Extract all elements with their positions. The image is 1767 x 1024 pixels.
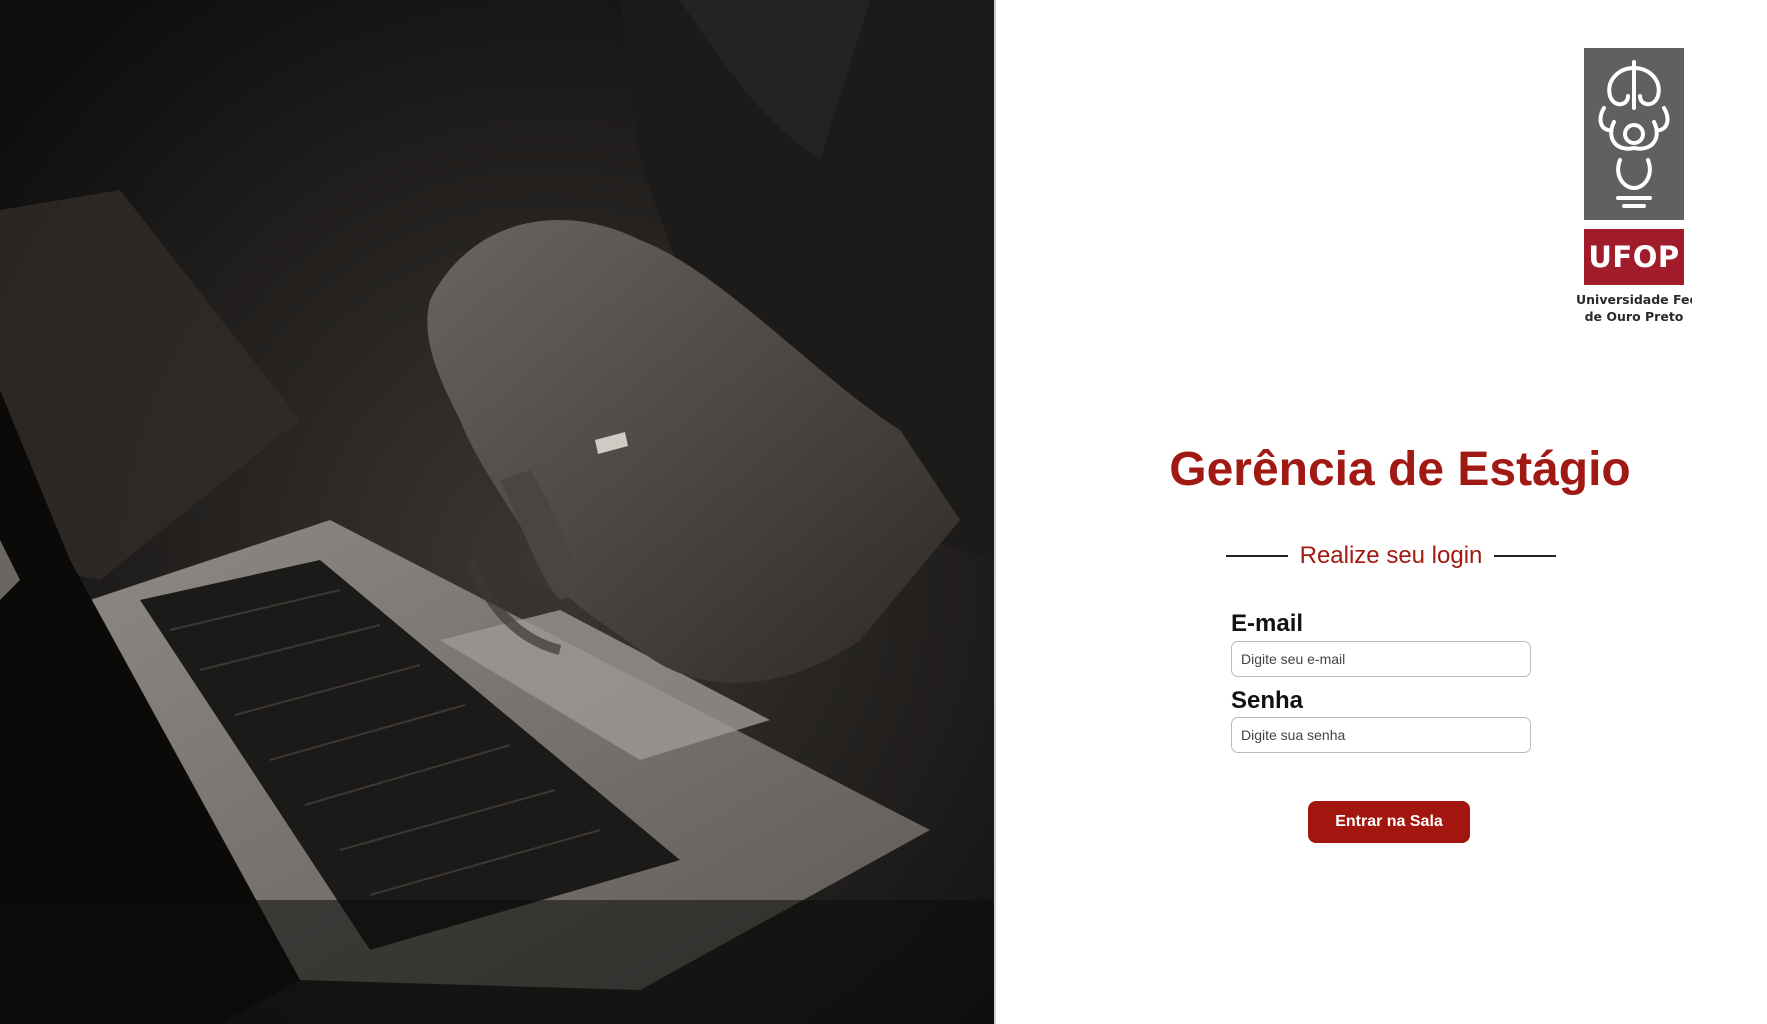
divider-right bbox=[1494, 555, 1556, 557]
email-field[interactable] bbox=[1231, 641, 1531, 677]
password-label: Senha bbox=[1231, 687, 1304, 714]
enter-room-button[interactable]: Entrar na Sala bbox=[1308, 801, 1470, 843]
ufop-logo: UFOP Universidade Federal de Ouro Preto bbox=[1576, 48, 1696, 328]
login-subtitle: Realize seu login bbox=[1299, 542, 1483, 569]
divider-left bbox=[1226, 555, 1288, 557]
login-subtitle-row: Realize seu login bbox=[1226, 538, 1556, 574]
email-label: E-mail bbox=[1231, 610, 1304, 637]
page-title: Gerência de Estágio bbox=[1169, 443, 1631, 496]
password-field[interactable] bbox=[1231, 717, 1531, 753]
laptop-typing-photo bbox=[0, 0, 994, 1024]
university-name-line2: de Ouro Preto bbox=[1584, 309, 1684, 324]
university-name-line1: Universidade Federal bbox=[1576, 292, 1692, 307]
hero-photo bbox=[0, 0, 996, 1024]
ufop-acronym: UFOP bbox=[1584, 229, 1684, 285]
ufop-emblem-icon bbox=[1584, 48, 1684, 220]
